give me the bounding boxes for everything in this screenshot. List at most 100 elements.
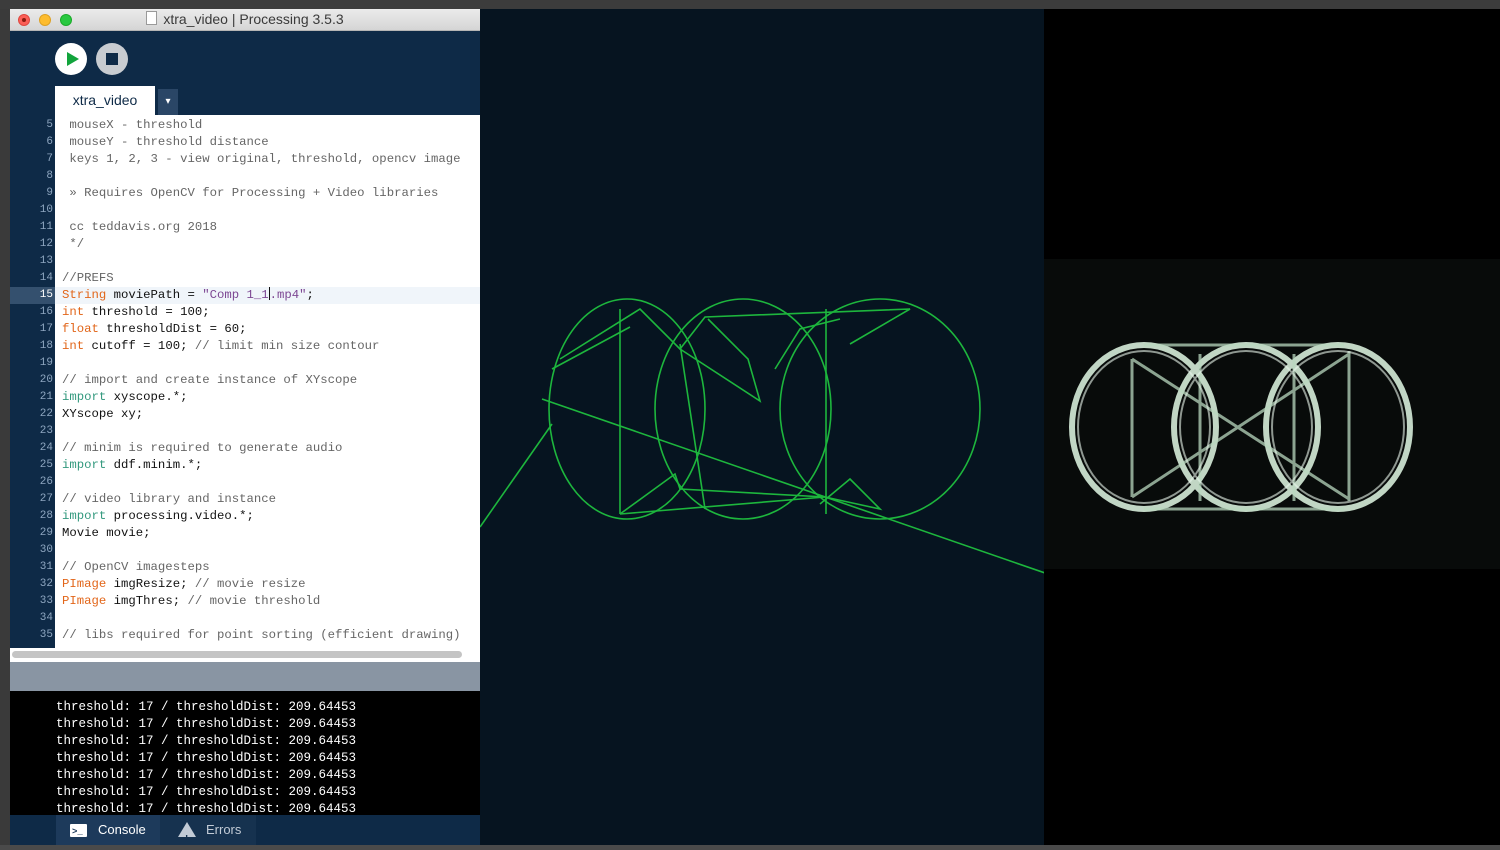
code-text: int threshold = 100; [62, 304, 210, 321]
line-number: 24 [39, 442, 53, 454]
tab-menu-button[interactable]: ▾ [158, 89, 178, 115]
window-title-text: xtra_video | Processing 3.5.3 [163, 11, 344, 27]
horizontal-scrollbar[interactable] [10, 648, 480, 662]
code-line[interactable]: 31 // OpenCV imagesteps [10, 559, 480, 576]
line-number: 16 [39, 306, 53, 318]
code-segment: thresholdDist = 60; [98, 322, 247, 336]
threshold-video-frame [1044, 259, 1500, 569]
stop-button[interactable] [96, 43, 128, 75]
tab-console[interactable]: Console [56, 815, 160, 845]
code-line[interactable]: 27 // video library and instance [10, 491, 480, 508]
code-line[interactable]: 29 Movie movie; [10, 525, 480, 542]
code-line[interactable]: 7 keys 1, 2, 3 - view original, threshol… [10, 151, 480, 168]
line-number: 9 [46, 187, 53, 199]
run-button[interactable] [55, 43, 87, 75]
line-number: 23 [39, 425, 53, 437]
tab-console-label: Console [98, 822, 146, 837]
code-line[interactable]: 21 import xyscope.*; [10, 389, 480, 406]
code-line[interactable]: 5 mouseX - threshold [10, 117, 480, 134]
line-number: 31 [39, 561, 53, 573]
line-number: 15 [10, 287, 55, 304]
code-segment: keys 1, 2, 3 - view original, threshold,… [62, 152, 461, 166]
code-text: // video library and instance [62, 491, 276, 508]
code-line[interactable]: 22 XYscope xy; [10, 406, 480, 423]
code-text: » Requires OpenCV for Processing + Video… [62, 185, 438, 202]
code-line[interactable]: 9 » Requires OpenCV for Processing + Vid… [10, 185, 480, 202]
code-segment: // libs required for point sorting (effi… [62, 628, 461, 642]
line-number: 19 [39, 357, 53, 369]
code-text: // libs required for point sorting (effi… [62, 627, 460, 644]
oscilloscope-vector-drawing [479, 298, 1046, 574]
console-output[interactable]: threshold: 17 / thresholdDist: 209.64453… [10, 691, 480, 815]
code-segment: XYscope xy; [62, 407, 144, 421]
code-text: */ [62, 236, 84, 253]
code-line[interactable]: 19 [10, 355, 480, 372]
code-segment: */ [62, 237, 85, 251]
code-segment: import [62, 509, 107, 523]
code-text: //PREFS [62, 270, 114, 287]
line-number: 27 [39, 493, 53, 505]
line-number: 32 [39, 578, 53, 590]
code-text: PImage imgThres; // movie threshold [62, 593, 320, 610]
code-line[interactable]: 23 [10, 423, 480, 440]
code-segment: mouseY - threshold distance [62, 135, 269, 149]
scrollbar-thumb[interactable] [12, 651, 462, 658]
line-number: 29 [39, 527, 53, 539]
code-segment: PImage [62, 594, 107, 608]
code-segment: processing.video.*; [106, 509, 254, 523]
code-line[interactable]: 15 String moviePath = "Comp 1_1.mp4"; [10, 287, 480, 304]
code-segment: import [62, 390, 107, 404]
code-line[interactable]: 18 int cutoff = 100; // limit min size co… [10, 338, 480, 355]
code-segment: imgThres; [106, 594, 188, 608]
tab-xtra-video[interactable]: xtra_video [55, 86, 155, 115]
line-number: 30 [39, 544, 53, 556]
code-segment: // OpenCV imagesteps [62, 560, 210, 574]
code-segment: ; [306, 288, 314, 302]
code-text: // OpenCV imagesteps [62, 559, 210, 576]
code-line[interactable]: 34 [10, 610, 480, 627]
code-text: XYscope xy; [62, 406, 143, 423]
code-line[interactable]: 33 PImage imgThres; // movie threshold [10, 593, 480, 610]
code-text: float thresholdDist = 60; [62, 321, 247, 338]
sketch-tab-row: xtra_video ▾ [10, 86, 480, 115]
processing-ide-window: xtra_video | Processing 3.5.3 xtra_video… [10, 9, 480, 845]
console-line: threshold: 17 / thresholdDist: 209.64453 [56, 802, 357, 815]
code-line[interactable]: 25 import ddf.minim.*; [10, 457, 480, 474]
line-number: 26 [39, 476, 53, 488]
code-line[interactable]: 28 import processing.video.*; [10, 508, 480, 525]
tab-errors-label: Errors [206, 822, 242, 837]
code-line[interactable]: 32 PImage imgResize; // movie resize [10, 576, 480, 593]
code-line[interactable]: 14 //PREFS [10, 270, 480, 287]
code-segment: mouseX - threshold [62, 118, 203, 132]
code-line[interactable]: 13 [10, 253, 480, 270]
terminal-icon [70, 817, 87, 845]
code-text: mouseX - threshold [62, 117, 202, 134]
code-line[interactable]: 17 float thresholdDist = 60; [10, 321, 480, 338]
tab-errors[interactable]: Errors [160, 815, 256, 845]
warning-icon [178, 822, 196, 845]
console-tab-bar: Console Errors [10, 815, 480, 845]
play-icon [67, 52, 79, 66]
code-line[interactable]: 24 // minim is required to generate audio [10, 440, 480, 457]
code-line[interactable]: 30 [10, 542, 480, 559]
code-line[interactable]: 11 cc teddavis.org 2018 [10, 219, 480, 236]
code-line[interactable]: 20 // import and create instance of XYsco… [10, 372, 480, 389]
code-segment: PImage [62, 577, 107, 591]
code-line[interactable]: 10 [10, 202, 480, 219]
line-number: 18 [39, 340, 53, 352]
code-line[interactable]: 8 [10, 168, 480, 185]
window-titlebar[interactable]: xtra_video | Processing 3.5.3 [10, 9, 480, 31]
code-segment: .mp4" [269, 288, 307, 302]
code-text: String moviePath = "Comp 1_1.mp4"; [62, 287, 314, 304]
code-editor[interactable]: 5 mouseX - threshold 6 mouseY - threshold… [10, 115, 480, 648]
code-line[interactable]: 26 [10, 474, 480, 491]
code-line[interactable]: 35 // libs required for point sorting (ef… [10, 627, 480, 644]
line-number: 33 [39, 595, 53, 607]
console-line: threshold: 17 / thresholdDist: 209.64453 [56, 734, 357, 748]
code-line[interactable]: 16 int threshold = 100; [10, 304, 480, 321]
code-segment: // movie threshold [187, 594, 321, 608]
line-number: 12 [39, 238, 53, 250]
code-line[interactable]: 6 mouseY - threshold distance [10, 134, 480, 151]
code-line[interactable]: 12 */ [10, 236, 480, 253]
line-number: 8 [46, 170, 53, 182]
